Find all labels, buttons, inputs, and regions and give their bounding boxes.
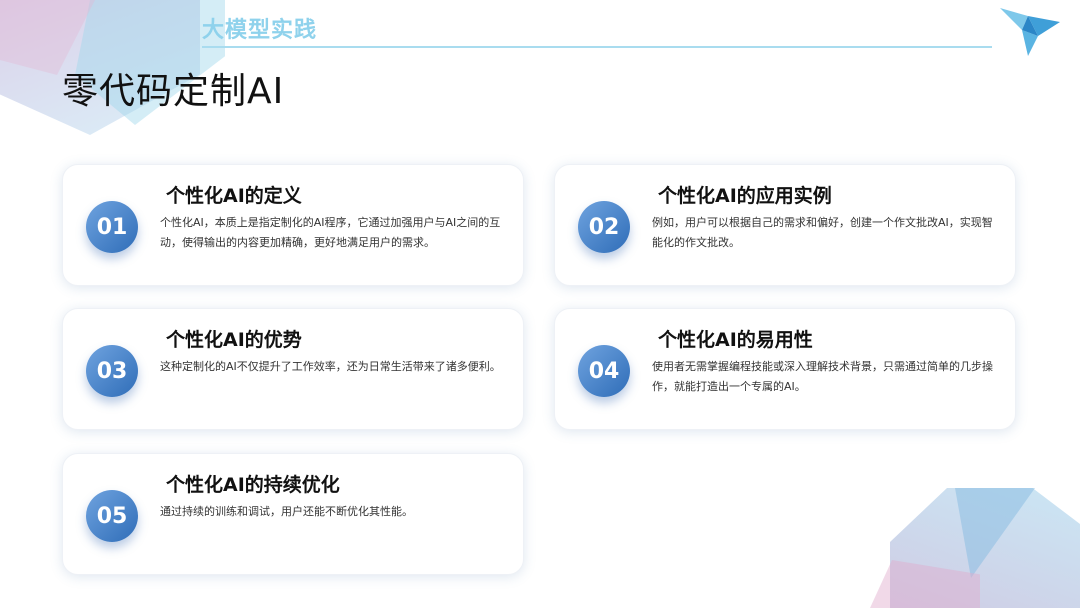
- card-advantages: 03 个性化AI的优势 这种定制化的AI不仅提升了工作效率，还为日常生活带来了诸…: [62, 308, 524, 430]
- card-title: 个性化AI的持续优化: [166, 474, 340, 496]
- header-divider: [202, 46, 992, 48]
- section-tag: 大模型实践: [202, 18, 318, 43]
- card-definition: 01 个性化AI的定义 个性化AI，本质上是指定制化的AI程序，它通过加强用户与…: [62, 164, 524, 286]
- page-title: 零代码定制AI: [62, 71, 285, 112]
- card-description: 个性化AI，本质上是指定制化的AI程序，它通过加强用户与AI之间的互动，使得输出…: [160, 216, 501, 249]
- card-usability: 04 个性化AI的易用性 使用者无需掌握编程技能或深入理解技术背景，只需通过简单…: [554, 308, 1016, 430]
- card-number-badge: 01: [86, 201, 138, 253]
- card-description: 使用者无需掌握编程技能或深入理解技术背景，只需通过简单的几步操作，就能打造出一个…: [652, 360, 993, 393]
- card-application-example: 02 个性化AI的应用实例 例如，用户可以根据自己的需求和偏好，创建一个作文批改…: [554, 164, 1016, 286]
- card-title: 个性化AI的应用实例: [658, 185, 832, 207]
- card-description: 例如，用户可以根据自己的需求和偏好，创建一个作文批改AI，实现智能化的作文批改。: [652, 216, 993, 249]
- origami-bird-icon: [1000, 8, 1060, 56]
- card-number-badge: 03: [86, 345, 138, 397]
- card-description: 这种定制化的AI不仅提升了工作效率，还为日常生活带来了诸多便利。: [160, 360, 501, 373]
- card-title: 个性化AI的定义: [166, 185, 302, 207]
- card-number-badge: 02: [578, 201, 630, 253]
- card-number-badge: 05: [86, 490, 138, 542]
- card-continuous-optimization: 05 个性化AI的持续优化 通过持续的训练和调试，用户还能不断优化其性能。: [62, 453, 524, 575]
- card-title: 个性化AI的易用性: [658, 329, 813, 351]
- card-description: 通过持续的训练和调试，用户还能不断优化其性能。: [160, 505, 413, 518]
- card-number-badge: 04: [578, 345, 630, 397]
- card-title: 个性化AI的优势: [166, 329, 302, 351]
